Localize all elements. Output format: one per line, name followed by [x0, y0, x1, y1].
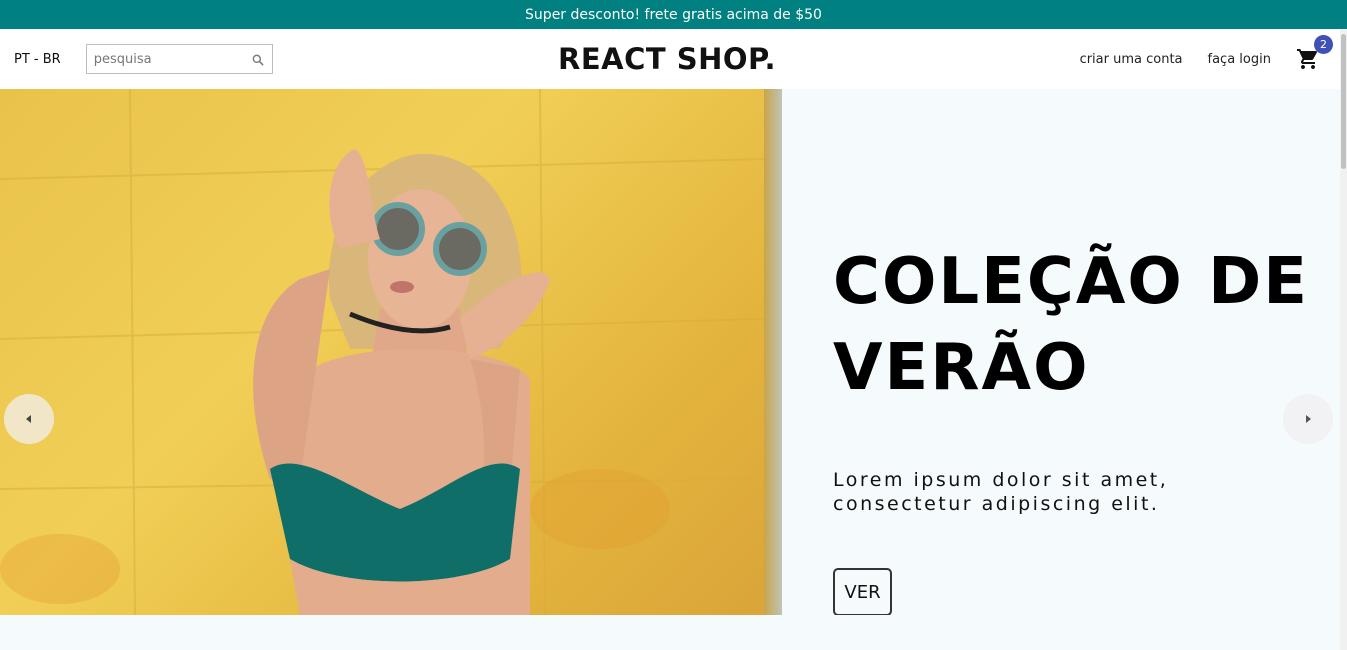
hero-info: COLEÇÃO DE VERÃO Lorem ipsum dolor sit a…: [833, 239, 1313, 615]
search-icon[interactable]: [251, 52, 265, 66]
wall-edge: [764, 89, 782, 615]
hero-description: Lorem ipsum dolor sit amet, consectetur …: [833, 469, 1169, 515]
language-label: PT - BR: [14, 51, 61, 67]
search-input[interactable]: [93, 51, 251, 67]
hero-photo-illustration: [0, 89, 765, 615]
announcement-text: Super desconto! frete gratis acima de $5…: [525, 6, 822, 23]
navbar-center: REACT SHOP.: [449, 42, 884, 76]
search-container: [85, 44, 273, 74]
arrow-right-icon: [1306, 415, 1311, 423]
cart-button[interactable]: 2: [1296, 35, 1333, 71]
arrow-left-icon: [26, 415, 31, 423]
hero-slider: COLEÇÃO DE VERÃO Lorem ipsum dolor sit a…: [0, 89, 1340, 615]
login-link[interactable]: faça login: [1208, 52, 1271, 67]
view-button[interactable]: VER: [833, 568, 892, 615]
hero-image: [0, 89, 782, 615]
page-scrollbar[interactable]: [1340, 29, 1347, 650]
navbar-left: PT - BR: [0, 44, 449, 74]
shop-logo[interactable]: REACT SHOP.: [558, 42, 776, 76]
scrollbar-thumb[interactable]: [1341, 34, 1346, 169]
register-link[interactable]: criar uma conta: [1080, 52, 1183, 67]
navbar-right: criar uma conta faça login 2: [885, 35, 1340, 71]
cart-count-badge: 2: [1313, 35, 1333, 54]
slider-next-button[interactable]: [1283, 394, 1333, 444]
announcement-bar: Super desconto! frete gratis acima de $5…: [0, 0, 1347, 29]
slider-prev-button[interactable]: [4, 394, 54, 444]
navbar: PT - BR REACT SHOP. criar uma conta faça…: [0, 29, 1340, 89]
hero-title: COLEÇÃO DE VERÃO: [833, 245, 1309, 405]
